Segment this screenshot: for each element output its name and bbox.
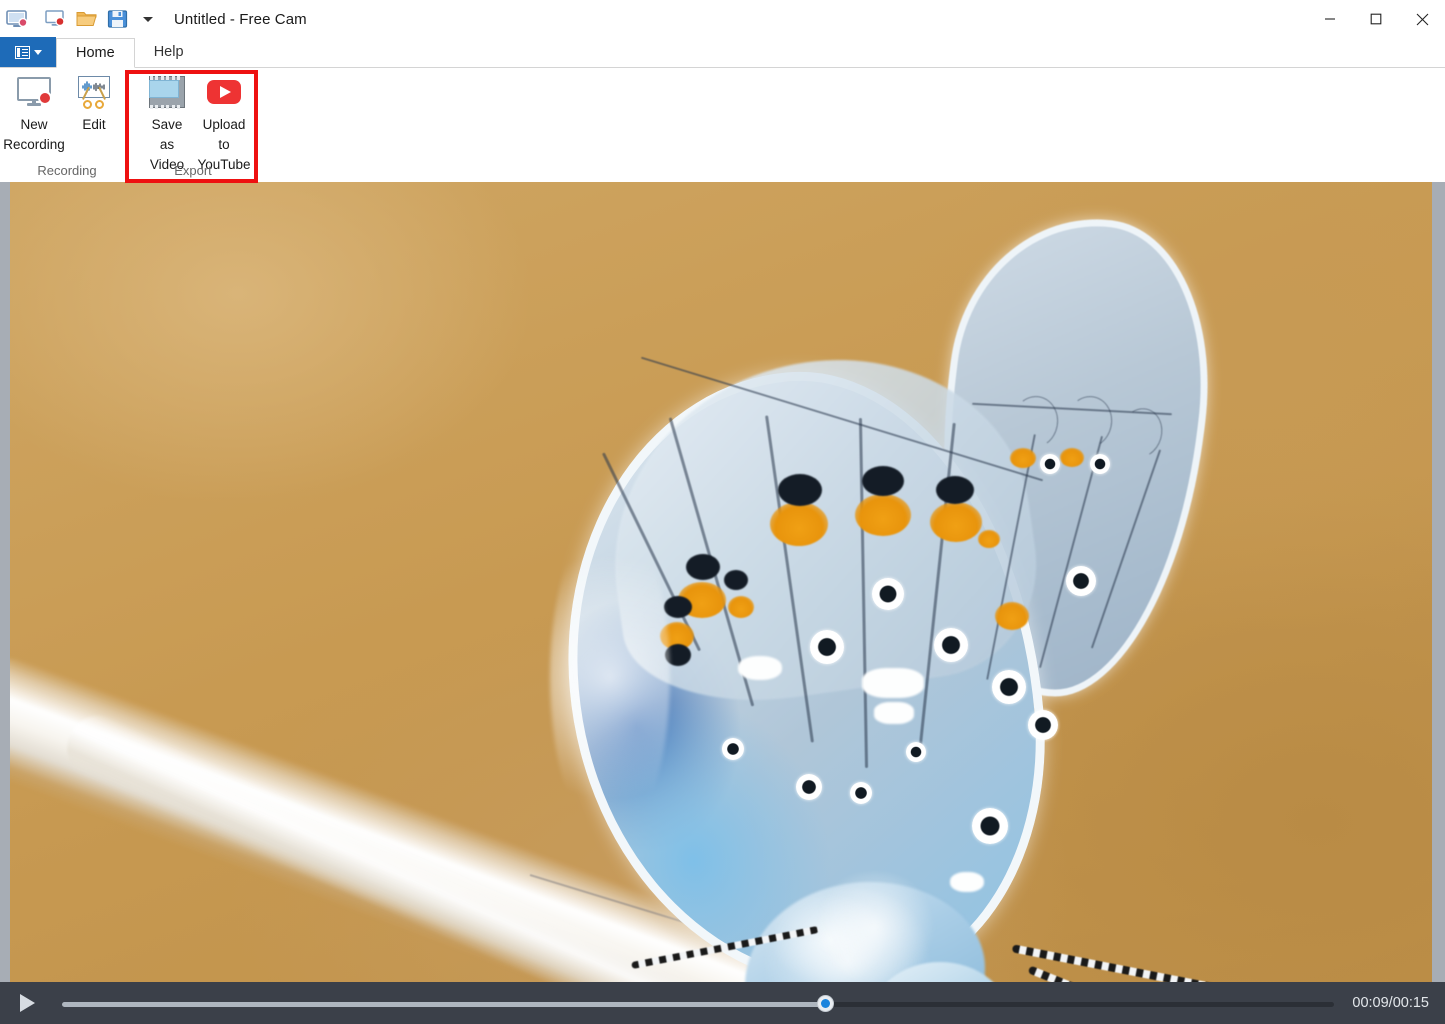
- orange-spot: [855, 494, 911, 536]
- free-cam-window: Untitled - Free Cam Home Help New Record…: [0, 0, 1445, 1024]
- film-strip-icon: [147, 74, 187, 110]
- eye-spot: [872, 578, 904, 610]
- upload-to-youtube-button[interactable]: Upload to YouTube: [194, 68, 254, 175]
- window-controls: [1307, 0, 1445, 38]
- maximize-button[interactable]: [1353, 0, 1399, 38]
- qat-new-recording-button[interactable]: [44, 7, 68, 31]
- white-marking: [874, 702, 914, 724]
- play-triangle-icon: [19, 994, 35, 1012]
- timecode-label: 00:09/00:15: [1352, 995, 1429, 1011]
- eye-spot: [810, 630, 844, 664]
- save-as-video-label-line1: Save as: [151, 117, 183, 152]
- seek-thumb[interactable]: [816, 995, 834, 1012]
- orange-spot: [770, 502, 828, 546]
- chevron-down-icon: [33, 49, 42, 55]
- monitor-record-icon: [14, 74, 54, 110]
- ribbon: Home Help New Recording Edit Recording S…: [0, 37, 1445, 182]
- seek-bar[interactable]: [54, 982, 1342, 1024]
- orange-spot: [930, 502, 982, 542]
- eye-spot: [796, 774, 822, 800]
- ribbon-tab-strip: Home Help: [0, 37, 1445, 68]
- new-recording-label-line1: New: [20, 117, 48, 132]
- ribbon-group-export: Save as Video Upload to YouTube Export: [132, 68, 254, 182]
- qat-customize-chevron-down-icon[interactable]: [140, 8, 156, 30]
- ribbon-group-recording: New Recording Edit Recording: [2, 68, 132, 182]
- seek-progress-fill: [62, 1001, 826, 1007]
- black-spot: [862, 466, 904, 496]
- orange-spot: [1010, 448, 1036, 468]
- close-button[interactable]: [1399, 0, 1445, 38]
- eye-spot: [906, 742, 926, 762]
- wing-fringe: [550, 512, 670, 842]
- butterfly: [10, 182, 1432, 982]
- tab-home-label: Home: [76, 45, 115, 61]
- tab-help[interactable]: Help: [135, 37, 203, 67]
- upload-to-youtube-label-line1: Upload to: [202, 117, 246, 152]
- qat-save-button[interactable]: [106, 7, 130, 31]
- eye-spot: [934, 628, 968, 662]
- waveform-scissors-icon: [74, 74, 114, 110]
- black-spot: [686, 554, 720, 580]
- playback-bar: 00:09/00:15: [0, 982, 1445, 1024]
- white-marking: [862, 668, 924, 698]
- eye-spot: [1040, 454, 1060, 474]
- black-spot: [778, 474, 822, 506]
- orange-spot: [978, 530, 1000, 548]
- eye-spot: [992, 670, 1026, 704]
- orange-spot: [728, 596, 754, 618]
- eye-spot: [1028, 710, 1058, 740]
- youtube-icon: [204, 74, 244, 110]
- file-menu-button[interactable]: [0, 37, 56, 67]
- eye-spot: [1066, 566, 1096, 596]
- video-preview[interactable]: [10, 182, 1432, 982]
- tab-home[interactable]: Home: [56, 38, 135, 68]
- group-label-recording: Recording: [37, 163, 97, 178]
- orange-spot: [1060, 448, 1084, 467]
- new-recording-label-line2: Recording: [3, 137, 65, 152]
- white-marking: [950, 872, 984, 892]
- orange-spot: [995, 602, 1029, 630]
- quick-access-toolbar: [44, 7, 156, 31]
- eye-spot: [1090, 454, 1110, 474]
- edit-button[interactable]: Edit: [66, 68, 122, 135]
- minimize-button[interactable]: [1307, 0, 1353, 38]
- new-recording-button[interactable]: New Recording: [2, 68, 66, 155]
- eye-spot: [972, 808, 1008, 844]
- title-bar: Untitled - Free Cam: [0, 0, 1445, 38]
- black-spot: [724, 570, 748, 590]
- qat-open-button[interactable]: [75, 7, 99, 31]
- video-stage: [0, 182, 1445, 982]
- eye-spot: [722, 738, 744, 760]
- black-spot: [936, 476, 974, 504]
- edit-label: Edit: [82, 117, 106, 132]
- app-icon: [4, 6, 30, 32]
- group-label-export: Export: [174, 163, 212, 178]
- save-as-video-button[interactable]: Save as Video: [140, 68, 194, 175]
- window-title: Untitled - Free Cam: [174, 10, 307, 28]
- black-spot: [664, 596, 692, 618]
- tab-help-label: Help: [153, 44, 184, 60]
- play-button[interactable]: [0, 982, 54, 1024]
- ribbon-body: New Recording Edit Recording Save as Vid…: [0, 68, 1445, 182]
- app-menu-icon: [14, 45, 30, 59]
- eye-spot: [850, 782, 872, 804]
- white-marking: [738, 656, 782, 680]
